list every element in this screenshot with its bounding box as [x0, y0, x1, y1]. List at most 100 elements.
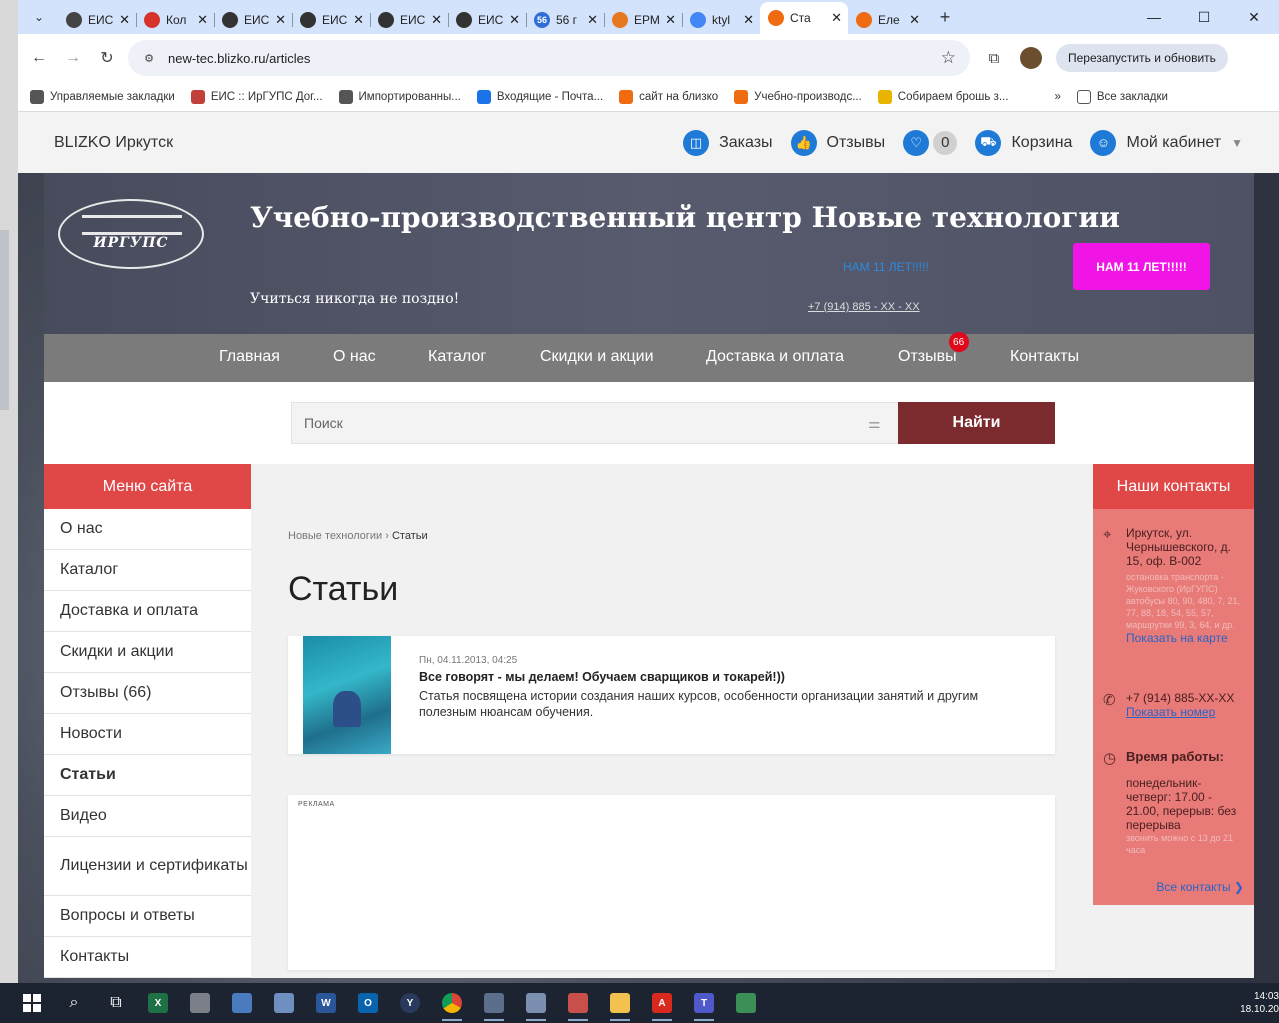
nav-item[interactable]: О нас	[333, 348, 376, 366]
site-info-icon[interactable]: ⚙	[138, 47, 160, 69]
explorer-app[interactable]	[602, 987, 638, 1021]
teams-app[interactable]: T	[686, 987, 722, 1021]
side-menu-item[interactable]: Каталог	[44, 550, 251, 591]
browser-tab[interactable]: Ста ✕	[760, 2, 848, 34]
browser-tab[interactable]: ЕИС ✕	[370, 6, 448, 34]
system-clock[interactable]: 14:03 18.10.20	[1240, 990, 1279, 1016]
breadcrumb-root-link[interactable]: Новые технологии	[288, 530, 382, 542]
close-tab-icon[interactable]: ✕	[743, 12, 754, 28]
browser-tab[interactable]: ЕИС ✕	[214, 6, 292, 34]
bookmark-item[interactable]: Управляемые закладки	[30, 89, 175, 104]
side-menu-item[interactable]: Отзывы (66)	[44, 673, 251, 714]
cabinet-link[interactable]: ☺ Мой кабинет ▼	[1090, 129, 1243, 156]
bookmark-item[interactable]: Учебно-производс...	[734, 89, 862, 104]
orders-link[interactable]: ◫ Заказы	[683, 129, 773, 156]
browser-tab[interactable]: ЕИС ✕	[58, 6, 136, 34]
all-contacts-link[interactable]: Все контакты ❯	[1156, 880, 1244, 894]
filter-settings-icon[interactable]: ⚌	[868, 415, 881, 432]
bookmark-item[interactable]: Собираем брошь з...	[877, 89, 1008, 104]
close-tab-icon[interactable]: ✕	[197, 12, 208, 28]
browser-tab[interactable]: ktyl ✕	[682, 6, 760, 34]
close-tab-icon[interactable]: ✕	[587, 12, 598, 28]
acrobat-app[interactable]: A	[644, 987, 680, 1021]
minimize-button[interactable]: —	[1129, 9, 1179, 26]
close-tab-icon[interactable]: ✕	[665, 12, 676, 28]
search-button[interactable]: Найти	[898, 402, 1055, 444]
side-menu-item[interactable]: Скидки и акции	[44, 632, 251, 673]
close-tab-icon[interactable]: ✕	[509, 12, 520, 28]
restart-update-button[interactable]: Перезапустить и обновить	[1056, 44, 1228, 72]
bookmark-item[interactable]: Входящие - Почта...	[476, 89, 603, 104]
chrome-app[interactable]	[434, 987, 470, 1021]
university-logo[interactable]: ИРГУПС	[58, 199, 204, 269]
new-tab-button[interactable]: +	[934, 7, 956, 28]
app-pen[interactable]	[224, 987, 260, 1019]
show-number-link[interactable]: Показать номер	[1126, 705, 1246, 719]
start-button[interactable]	[14, 987, 50, 1019]
side-menu-item[interactable]: О нас	[44, 509, 251, 550]
word-app[interactable]: W	[308, 987, 344, 1019]
side-menu-item[interactable]: Лицензии и сертификаты	[44, 837, 251, 896]
search-taskbar-button[interactable]: ⌕	[56, 987, 92, 1019]
app-scanner[interactable]	[476, 987, 512, 1021]
article-thumbnail[interactable]	[303, 636, 391, 754]
nav-item[interactable]: Главная	[219, 348, 280, 366]
browser-tab[interactable]: ЕИС ✕	[448, 6, 526, 34]
app-brush[interactable]	[266, 987, 302, 1019]
side-menu-item[interactable]: Доставка и оплата	[44, 591, 251, 632]
close-tab-icon[interactable]: ✕	[275, 12, 286, 28]
nav-item[interactable]: Каталог	[428, 348, 486, 366]
app-paint[interactable]	[518, 987, 554, 1021]
nav-item[interactable]: Контакты	[1010, 348, 1079, 366]
back-button[interactable]: ←	[22, 49, 56, 67]
side-menu-item[interactable]: Новости	[44, 714, 251, 755]
header-phone[interactable]: +7 (914) 885 - XX - XX	[808, 301, 920, 313]
browser-tab[interactable]: Еле ✕	[848, 6, 926, 34]
side-menu-item[interactable]: Контакты	[44, 937, 251, 978]
anniversary-link[interactable]: НАМ 11 ЛЕТ!!!!!	[843, 260, 929, 274]
profile-avatar[interactable]	[1020, 47, 1042, 69]
side-menu-item[interactable]: Видео	[44, 796, 251, 837]
bookmarks-more-button[interactable]: »	[1054, 91, 1060, 103]
show-map-link[interactable]: Показать на карте	[1126, 631, 1246, 645]
task-view-button[interactable]: ⧉	[98, 987, 134, 1019]
bookmark-star-icon[interactable]: ☆	[941, 48, 956, 68]
app-chart[interactable]	[560, 987, 596, 1021]
forward-button[interactable]: →	[56, 49, 90, 67]
close-window-button[interactable]: ✕	[1229, 9, 1279, 26]
nav-item[interactable]: Скидки и акции	[540, 348, 654, 366]
cart-link[interactable]: ⛟ Корзина	[975, 129, 1072, 156]
outlook-app[interactable]: O	[350, 987, 386, 1019]
app-portrait[interactable]	[182, 987, 218, 1019]
browser-tab[interactable]: ЕИС ✕	[292, 6, 370, 34]
browser-tab[interactable]: Кол ✕	[136, 6, 214, 34]
bookmark-item[interactable]: Импортированны...	[338, 89, 461, 104]
browser-tab[interactable]: 56 56 г ✕	[526, 6, 604, 34]
anniversary-button[interactable]: НАМ 11 ЛЕТ!!!!!	[1073, 243, 1210, 290]
bookmark-item[interactable]: сайт на близко	[619, 89, 718, 104]
all-bookmarks-button[interactable]: Все закладки	[1076, 89, 1168, 104]
favorites-link[interactable]: ♡ 0	[903, 129, 958, 156]
reviews-top-link[interactable]: 👍 Отзывы	[790, 129, 885, 156]
yandex-app[interactable]: Y	[392, 987, 428, 1019]
address-bar[interactable]: ⚙ new-tec.blizko.ru/articles ☆	[128, 40, 970, 76]
close-tab-icon[interactable]: ✕	[353, 12, 364, 28]
side-menu-item[interactable]: Статьи	[44, 755, 251, 796]
excel-app[interactable]: X	[140, 987, 176, 1019]
reload-button[interactable]: ↻	[90, 48, 124, 68]
search-input[interactable]	[291, 402, 898, 444]
browser-tab[interactable]: ЕРМ ✕	[604, 6, 682, 34]
close-tab-icon[interactable]: ✕	[431, 12, 442, 28]
extensions-icon[interactable]: ⧉	[980, 50, 1008, 67]
tab-search-button[interactable]: ⌄	[26, 4, 52, 30]
maximize-button[interactable]: ☐	[1179, 9, 1229, 26]
close-tab-icon[interactable]: ✕	[909, 12, 920, 28]
bookmark-item[interactable]: ЕИС :: ИрГУПС Дог...	[190, 89, 323, 104]
close-tab-icon[interactable]: ✕	[831, 10, 842, 26]
site-brand[interactable]: BLIZKO Иркутск	[54, 134, 173, 152]
side-menu-item[interactable]: Вопросы и ответы	[44, 896, 251, 937]
nav-item[interactable]: Доставка и оплата	[706, 348, 844, 366]
article-card[interactable]: Пн, 04.11.2013, 04:25 Все говорят - мы д…	[288, 636, 1055, 754]
close-tab-icon[interactable]: ✕	[119, 12, 130, 28]
app-image[interactable]	[728, 987, 764, 1019]
